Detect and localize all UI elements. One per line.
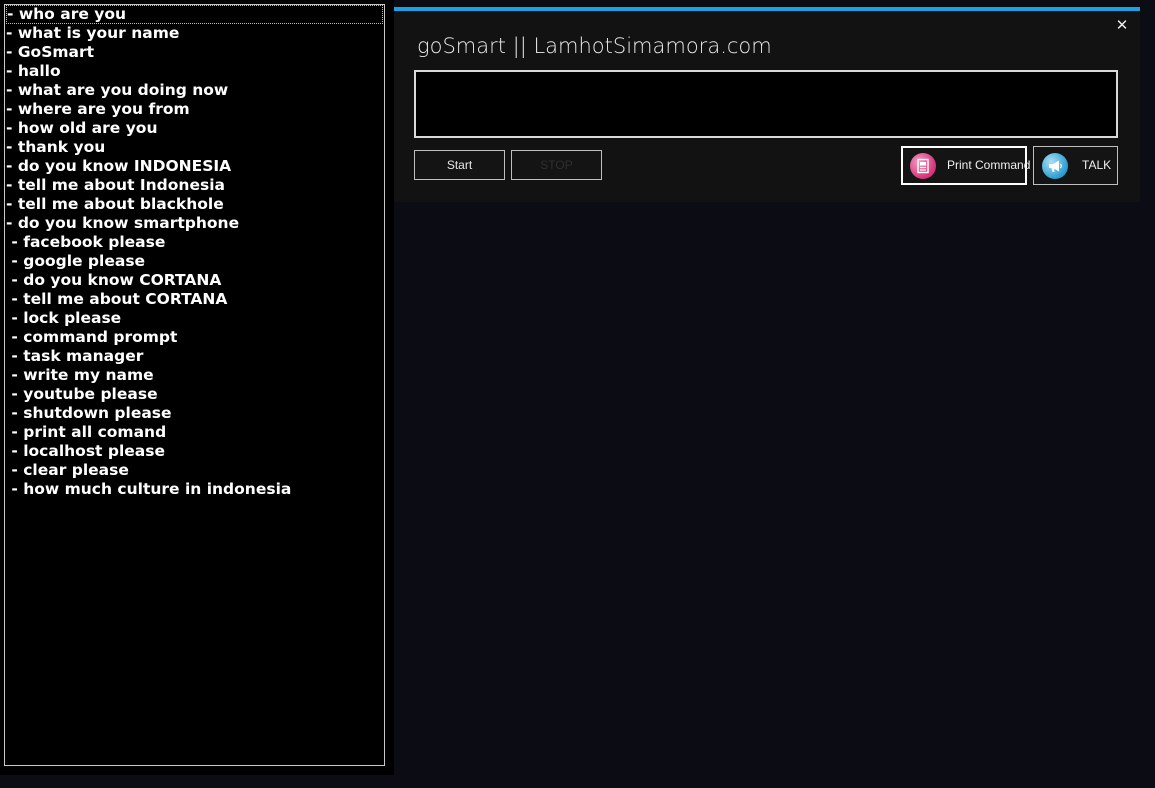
command-list-item[interactable]: - do you know CORTANA xyxy=(6,271,383,290)
command-list-item[interactable]: - lock please xyxy=(6,309,383,328)
close-icon: ✕ xyxy=(1115,16,1129,34)
speech-output-field[interactable] xyxy=(414,70,1118,138)
command-list-item[interactable]: - thank you xyxy=(6,138,383,157)
command-list-item[interactable]: - task manager xyxy=(6,347,383,366)
command-list[interactable]: - who are you - what is your name - GoSmar… xyxy=(4,4,385,766)
command-list-item[interactable]: - how much culture in indonesia xyxy=(6,480,383,499)
command-list-item[interactable]: - GoSmart xyxy=(6,43,383,62)
command-list-item[interactable]: - tell me about CORTANA xyxy=(6,290,383,309)
command-list-item[interactable]: - hallo xyxy=(6,62,383,81)
command-list-item[interactable]: - localhost please xyxy=(6,442,383,461)
talk-button[interactable]: TALK xyxy=(1033,146,1118,185)
app-title: goSmart || LamhotSimamora.com xyxy=(417,34,772,58)
command-list-item[interactable]: - google please xyxy=(6,252,383,271)
command-list-item[interactable]: - print all comand xyxy=(6,423,383,442)
stop-button[interactable]: STOP xyxy=(511,150,602,180)
command-list-item[interactable]: - clear please xyxy=(6,461,383,480)
command-list-item[interactable]: - write my name xyxy=(6,366,383,385)
command-list-item[interactable]: - tell me about Indonesia xyxy=(6,176,383,195)
print-command-button[interactable]: Print Command xyxy=(901,146,1031,185)
command-list-item[interactable]: - youtube please xyxy=(6,385,383,404)
document-icon xyxy=(910,153,936,179)
command-list-item[interactable]: - what is your name xyxy=(6,24,383,43)
command-list-item[interactable]: - who are you xyxy=(6,5,383,24)
command-list-item[interactable]: - tell me about blackhole xyxy=(6,195,383,214)
command-list-item[interactable]: - do you know INDONESIA xyxy=(6,157,383,176)
command-list-item[interactable]: - do you know smartphone xyxy=(6,214,383,233)
command-list-item[interactable]: - what are you doing now xyxy=(6,81,383,100)
command-list-item[interactable]: - how old are you xyxy=(6,119,383,138)
command-list-item[interactable]: - facebook please xyxy=(6,233,383,252)
command-list-item[interactable]: - where are you from xyxy=(6,100,383,119)
megaphone-icon xyxy=(1042,153,1068,179)
command-list-item[interactable]: - command prompt xyxy=(6,328,383,347)
assistant-window: ✕ goSmart || LamhotSimamora.com Start ST… xyxy=(394,7,1140,202)
command-list-item[interactable]: - shutdown please xyxy=(6,404,383,423)
start-button[interactable]: Start xyxy=(414,150,505,180)
print-command-label: Print Command xyxy=(947,158,1031,172)
close-button[interactable]: ✕ xyxy=(1114,17,1130,33)
command-list-window: - who are you - what is your name - GoSmar… xyxy=(0,0,394,775)
talk-label: TALK xyxy=(1082,158,1112,172)
